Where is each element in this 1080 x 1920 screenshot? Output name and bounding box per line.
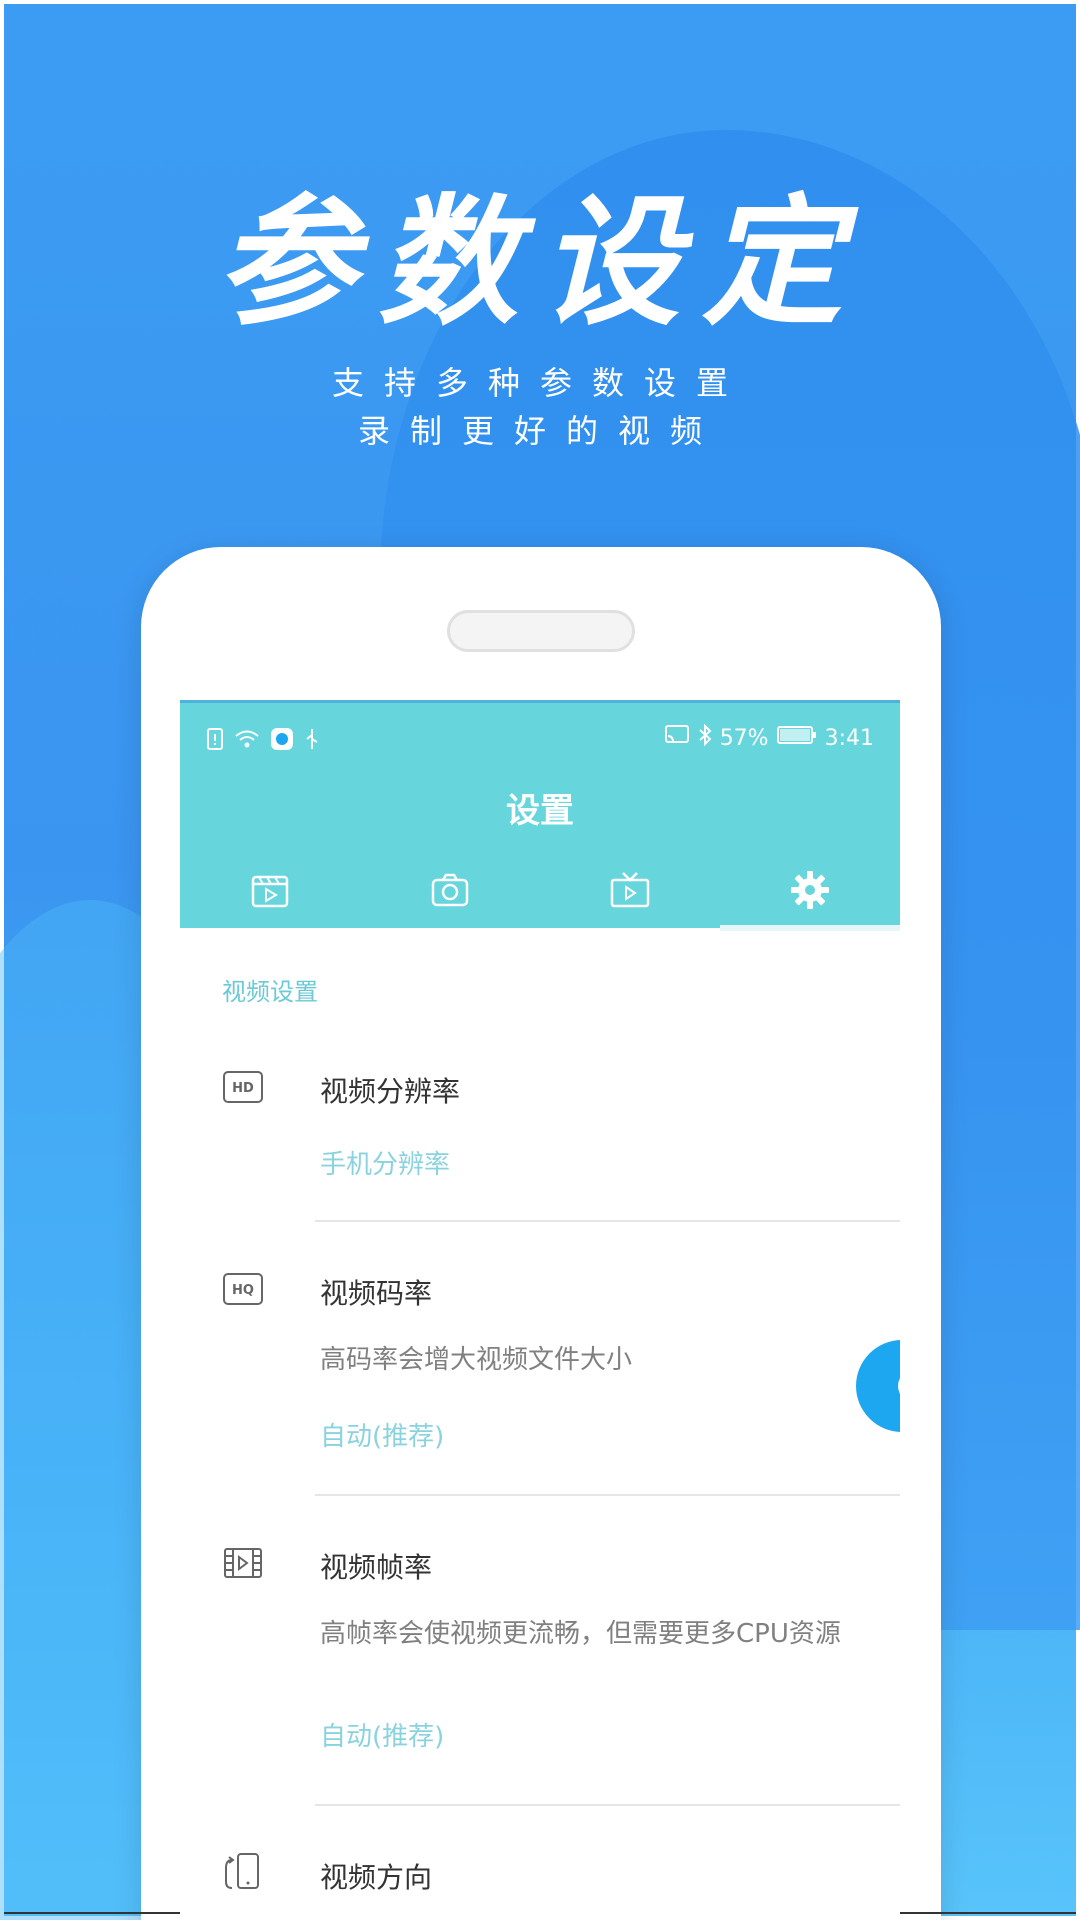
wifi-icon bbox=[234, 728, 260, 756]
cast-icon bbox=[664, 724, 690, 752]
app-title: 设置 bbox=[506, 791, 574, 831]
hero-title: 参数设定 bbox=[215, 182, 864, 345]
bottom-edge-line-right bbox=[900, 1912, 1076, 1914]
setting-description: 高码率会增大视频文件大小 bbox=[320, 1345, 633, 1375]
section-label-video-settings: 视频设置 bbox=[222, 978, 318, 1006]
tab-videos[interactable] bbox=[540, 853, 720, 931]
hd-icon-text: HD bbox=[232, 1081, 254, 1096]
status-time: 3:41 bbox=[824, 725, 874, 751]
status-bar: 57% 3:41 bbox=[180, 717, 900, 763]
hq-icon-text: HQ bbox=[232, 1283, 254, 1298]
fab-inner-shape bbox=[898, 1370, 900, 1402]
hero-subtitle-line2: 录制更好的视频 bbox=[357, 412, 722, 450]
setting-value: 手机分辨率 bbox=[320, 1150, 451, 1180]
setting-title: 视频分辨率 bbox=[320, 1075, 461, 1108]
setting-title: 视频码率 bbox=[320, 1277, 433, 1310]
film-frame-icon bbox=[222, 1546, 264, 1588]
phone-speaker bbox=[447, 610, 635, 652]
phone-rotate-icon bbox=[222, 1852, 264, 1894]
app-screen: 57% 3:41 设置 视频设置 HD 视频分辨率 手机分辨率 HQ 视频码率 … bbox=[180, 700, 900, 1910]
app-bar: 57% 3:41 设置 bbox=[180, 700, 900, 931]
setting-description: 高帧率会使视频更流畅，但需要更多CPU资源 bbox=[320, 1619, 841, 1649]
divider bbox=[315, 1804, 900, 1806]
hero-subtitle-line1: 支持多种参数设置 bbox=[331, 364, 748, 402]
bluetooth-icon bbox=[698, 723, 712, 753]
setting-value: 自动(推荐) bbox=[320, 1722, 445, 1752]
hd-icon: HD bbox=[222, 1070, 264, 1112]
divider bbox=[315, 1494, 900, 1496]
battery-icon bbox=[776, 725, 817, 751]
app-notification-icon bbox=[270, 727, 294, 757]
setting-title: 视频方向 bbox=[320, 1861, 433, 1894]
camera-icon bbox=[430, 871, 470, 913]
setting-value: 自动(推荐) bbox=[320, 1422, 445, 1452]
tab-settings[interactable] bbox=[720, 853, 900, 931]
hq-icon: HQ bbox=[222, 1272, 264, 1314]
divider bbox=[315, 1220, 900, 1222]
sim-alert-icon bbox=[206, 727, 224, 757]
tab-bar bbox=[180, 853, 900, 931]
film-clapper-icon bbox=[250, 871, 290, 913]
tab-record[interactable] bbox=[180, 853, 360, 931]
gear-icon bbox=[789, 869, 831, 915]
usb-icon bbox=[304, 727, 320, 757]
setting-title: 视频帧率 bbox=[320, 1551, 433, 1584]
bottom-edge-line-left bbox=[4, 1912, 180, 1914]
tab-screenshot[interactable] bbox=[360, 853, 540, 931]
tv-play-icon bbox=[609, 871, 651, 913]
battery-percent: 57% bbox=[719, 725, 769, 751]
